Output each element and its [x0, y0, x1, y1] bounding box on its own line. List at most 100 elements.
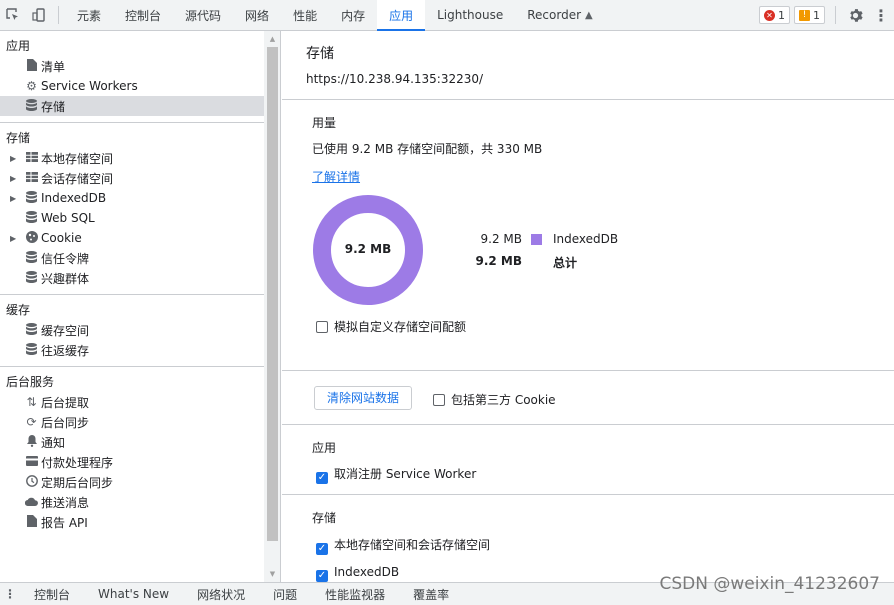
- legend-value: 9.2 MB: [480, 232, 522, 246]
- total-label: 总计: [553, 256, 578, 270]
- sidebar-item-cookie[interactable]: ▶ Cookie: [0, 228, 264, 248]
- indexeddb-row[interactable]: ✓ IndexedDB: [316, 565, 399, 582]
- sidebar-section-title: 应用: [6, 39, 31, 53]
- scroll-down-icon[interactable]: ▼: [264, 567, 281, 581]
- clear-site-data-button[interactable]: 清除网站数据: [314, 386, 413, 410]
- device-toolbar-icon[interactable]: [26, 0, 52, 30]
- sidebar-item-indexeddb[interactable]: ▶ IndexedDB: [0, 188, 264, 208]
- sidebar-section-title: 缓存: [6, 303, 31, 317]
- application-sidebar: 应用 清单 ⚙ Service Workers 存储 存储 ▶ 本地存储空间 ▶…: [0, 31, 264, 582]
- error-badge[interactable]: ✕ 1: [759, 6, 790, 24]
- expand-triangle-icon[interactable]: ▶: [10, 234, 22, 243]
- indexeddb-label: IndexedDB: [334, 565, 400, 579]
- sidebar-item-label: Web SQL: [41, 211, 95, 225]
- clock-icon: [22, 474, 41, 490]
- origin-url: https://10.238.94.135:32230/: [306, 72, 484, 86]
- sidebar-item-label: 后台同步: [41, 415, 90, 430]
- tab-network[interactable]: 网络: [233, 0, 281, 30]
- warning-badge[interactable]: ! 1: [794, 6, 825, 24]
- warning-count: 1: [813, 8, 820, 22]
- sidebar-item-trust-tokens[interactable]: 信任令牌: [0, 248, 264, 268]
- sidebar-item-label: 通知: [41, 435, 66, 450]
- sidebar-item-label: 后台提取: [41, 395, 90, 410]
- drawer-tab-console[interactable]: 控制台: [20, 586, 84, 603]
- tab-sources[interactable]: 源代码: [173, 0, 233, 30]
- third-party-cookie-checkbox[interactable]: [433, 394, 445, 406]
- simulate-quota-row[interactable]: 模拟自定义存储空间配额: [316, 318, 466, 335]
- local-session-checkbox[interactable]: ✓: [316, 543, 328, 555]
- unregister-sw-row[interactable]: ✓ 取消注册 Service Worker: [316, 465, 476, 484]
- sidebar-item-push-messaging[interactable]: 推送消息: [0, 492, 264, 512]
- sidebar-item-notifications[interactable]: 通知: [0, 432, 264, 452]
- storage-options-title: 存储: [312, 511, 337, 525]
- grid-icon: [22, 171, 41, 185]
- drawer-tab-performance-monitor[interactable]: 性能监视器: [311, 586, 399, 603]
- simulate-quota-label: 模拟自定义存储空间配额: [334, 320, 467, 334]
- sidebar-section-title: 存储: [6, 131, 31, 145]
- sidebar-item-interest-groups[interactable]: 兴趣群体: [0, 268, 264, 288]
- database-icon: [22, 342, 41, 358]
- drawer-tab-coverage[interactable]: 覆盖率: [399, 586, 463, 603]
- sidebar-item-label: 缓存空间: [41, 323, 90, 338]
- local-session-row[interactable]: ✓ 本地存储空间和会话存储空间: [316, 536, 490, 555]
- sidebar-section-application: 应用 清单 ⚙ Service Workers 存储: [0, 31, 264, 123]
- database-icon: [22, 322, 41, 338]
- tab-console[interactable]: 控制台: [113, 0, 173, 30]
- expand-triangle-icon[interactable]: ▶: [10, 174, 22, 183]
- error-icon: ✕: [764, 9, 775, 21]
- sidebar-item-label: 存储: [41, 99, 66, 114]
- sidebar-item-label: 推送消息: [41, 495, 90, 510]
- inspect-element-icon[interactable]: [0, 0, 26, 30]
- drawer-tab-network-conditions[interactable]: 网络状况: [183, 586, 259, 603]
- sidebar-item-local-storage[interactable]: ▶ 本地存储空间: [0, 148, 264, 168]
- sidebar-item-reporting-api[interactable]: 报告 API: [0, 512, 264, 532]
- sidebar-item-web-sql[interactable]: Web SQL: [0, 208, 264, 228]
- simulate-quota-checkbox[interactable]: [316, 321, 328, 333]
- sidebar-section-cache: 缓存 缓存空间 往返缓存: [0, 295, 264, 367]
- unregister-sw-checkbox[interactable]: ✓: [316, 472, 328, 484]
- sidebar-item-payment-handler[interactable]: 付款处理程序: [0, 452, 264, 472]
- sidebar-item-back-forward-cache[interactable]: 往返缓存: [0, 340, 264, 360]
- tab-elements[interactable]: 元素: [65, 0, 113, 30]
- sidebar-item-session-storage[interactable]: ▶ 会话存储空间: [0, 168, 264, 188]
- sidebar-section-title: 后台服务: [6, 375, 55, 389]
- sidebar-item-label: 清单: [41, 59, 66, 74]
- sidebar-item-label: 兴趣群体: [41, 271, 90, 286]
- expand-triangle-icon[interactable]: ▶: [10, 154, 22, 163]
- drawer-tab-issues[interactable]: 问题: [259, 586, 311, 603]
- tab-recorder[interactable]: Recorder ▲: [515, 0, 604, 30]
- divider: [835, 6, 836, 24]
- sidebar-item-service-workers[interactable]: ⚙ Service Workers: [0, 76, 264, 96]
- sidebar-item-cache-storage[interactable]: 缓存空间: [0, 320, 264, 340]
- more-options-icon[interactable]: ⋮: [868, 0, 894, 30]
- indexeddb-checkbox[interactable]: ✓: [316, 570, 328, 582]
- drawer-tab-whats-new[interactable]: What's New: [84, 587, 183, 601]
- sidebar-item-label: 本地存储空间: [41, 151, 114, 166]
- scroll-up-icon[interactable]: ▲: [264, 32, 281, 46]
- tab-recorder-label: Recorder: [527, 8, 582, 22]
- sidebar-item-periodic-background-sync[interactable]: 定期后台同步: [0, 472, 264, 492]
- warning-icon: !: [799, 9, 810, 21]
- error-count: 1: [778, 8, 785, 22]
- tab-memory[interactable]: 内存: [329, 0, 377, 30]
- expand-triangle-icon[interactable]: ▶: [10, 194, 22, 203]
- drawer-menu-icon[interactable]: ⋮: [0, 587, 20, 601]
- tab-performance[interactable]: 性能: [281, 0, 329, 30]
- scrollbar-thumb[interactable]: [267, 47, 278, 541]
- sidebar-item-background-fetch[interactable]: ⇅ 后台提取: [0, 392, 264, 412]
- sidebar-item-background-sync[interactable]: ⟳ 后台同步: [0, 412, 264, 432]
- tab-application[interactable]: 应用: [377, 0, 426, 31]
- legend-swatch: [531, 234, 542, 245]
- sidebar-item-storage[interactable]: 存储: [0, 96, 264, 116]
- database-icon: [22, 98, 41, 114]
- gear-icon[interactable]: [842, 0, 868, 30]
- sidebar-item-label: 会话存储空间: [41, 171, 114, 186]
- sidebar-item-label: IndexedDB: [41, 191, 107, 205]
- sidebar-scrollbar[interactable]: ▲ ▼: [264, 31, 281, 582]
- learn-more-link[interactable]: 了解详情: [312, 168, 360, 185]
- legend-name: IndexedDB: [553, 232, 619, 246]
- sidebar-item-manifest[interactable]: 清单: [0, 56, 264, 76]
- third-party-cookie-label: 包括第三方 Cookie: [451, 393, 556, 407]
- tab-lighthouse[interactable]: Lighthouse: [425, 0, 515, 30]
- third-party-cookie-row[interactable]: 包括第三方 Cookie: [433, 391, 556, 408]
